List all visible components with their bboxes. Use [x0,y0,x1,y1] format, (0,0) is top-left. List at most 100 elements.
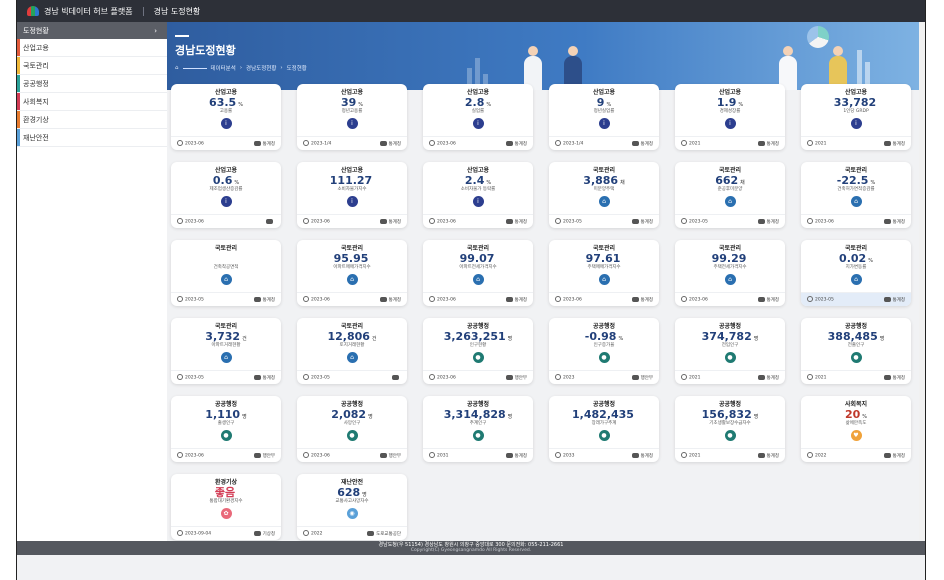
card-unit: % [486,180,492,186]
card-source[interactable]: 통계청 [505,140,527,147]
sidebar-item[interactable]: 사회복지 [17,93,167,111]
card-source[interactable] [392,374,401,381]
indicator-card[interactable]: 재난안전 628 명 교통사고사망자수 ◉ 2022 도로교통공단 [297,474,407,540]
card-source[interactable]: 행안부 [631,374,653,381]
card-source[interactable] [266,218,275,225]
card-source[interactable]: 통계청 [757,374,779,381]
source-icon [253,296,261,302]
card-source[interactable]: 통계청 [883,374,905,381]
indicator-card[interactable]: 국토관리 99.07 아파트전세가격지수 ⌂ 2023-06 통계청 [423,240,533,306]
card-value-line: 63.5% [171,96,281,109]
card-source[interactable]: 통계청 [505,452,527,459]
vertical-scrollbar[interactable] [919,22,925,541]
indicator-card[interactable]: 환경기상 좋음 통합대기환경지수 ✿ 2023-09-04 기상청 [171,474,281,540]
indicator-card[interactable]: 산업고용 63.5% 고용률 i 2023-06 통계청 [171,84,281,150]
indicator-card[interactable]: 공공행정 388,485 명 전출인구 ● 2021 통계청 [801,318,911,384]
topbar-divider [142,6,144,16]
sidebar-header[interactable]: 도정현황 › [17,22,167,39]
card-source[interactable]: 통계청 [379,218,401,225]
card-source-text: 통계청 [892,219,905,225]
sidebar-item[interactable]: 산업고용 [17,39,167,57]
indicator-card[interactable]: 산업고용 33,782 1인당 GRDP i 2021 통계청 [801,84,911,150]
indicator-card[interactable]: 산업고용 9% 청년실업률 i 2023-1/4 통계청 [549,84,659,150]
card-source[interactable]: 통계청 [379,296,401,303]
home-icon[interactable]: ⌂ [175,65,179,71]
card-source[interactable]: 통계청 [757,140,779,147]
card-category: 산업고용 [718,89,742,96]
card-footer: 2023-06 [171,214,281,228]
indicator-card[interactable]: 국토관리 99.29 주택전세가격지수 ⌂ 2023-06 통계청 [675,240,785,306]
indicator-card[interactable]: 국토관리 3,732 건 아파트거래현황 ⌂ 2023-05 통계청 [171,318,281,384]
indicator-card[interactable]: 사회복지 20% 삶에만족도 ♥ 2022 통계청 [801,396,911,462]
indicator-card[interactable]: 공공행정 1,482,435 장래가구추계 ● 2033 통계청 [549,396,659,462]
card-source[interactable]: 통계청 [757,452,779,459]
card-description: 건축착공면적 [213,265,239,270]
category-icon: ⌂ [220,274,232,285]
card-source[interactable]: 통계청 [631,140,653,147]
card-source[interactable]: 통계청 [253,374,275,381]
card-source[interactable]: 통계청 [757,218,779,225]
card-date: 2023-1/4 [303,140,331,147]
indicator-card[interactable]: 국토관리 3,886 채 미분양주택 ⌂ 2023-05 통계청 [549,162,659,228]
card-value-line: 156,832 명 [675,408,785,421]
indicator-card[interactable]: 산업고용 0.6% 제조업생산증감률 i 2023-06 [171,162,281,228]
category-icon: ⌂ [472,274,484,285]
sidebar-item[interactable]: 재난안전 [17,129,167,147]
browser-frame: 경남 빅데이터 허브 플랫폼 경남 도정현황 도정현황 › 산업고용 국토관리 공공… [16,0,926,580]
card-source[interactable]: 행안부 [505,374,527,381]
card-source[interactable]: 통계청 [631,218,653,225]
indicator-card[interactable]: 국토관리 95.95 아파트매매가격지수 ⌂ 2023-06 통계청 [297,240,407,306]
card-source[interactable]: 통계청 [757,296,779,303]
indicator-card[interactable]: 국토관리 0.02% 지가변동률 ⌂ 2023-05 통계청 [801,240,911,306]
card-category: 국토관리 [466,245,490,252]
card-category: 국토관리 [718,167,742,174]
card-source[interactable]: 도로교통공단 [367,530,401,537]
card-source[interactable]: 통계청 [883,218,905,225]
indicator-card[interactable]: 산업고용 2.8% 실업률 i 2023-06 통계청 [423,84,533,150]
card-source[interactable]: 통계청 [505,218,527,225]
sidebar-item[interactable]: 국토관리 [17,57,167,75]
sidebar-item[interactable]: 공공행정 [17,75,167,93]
sidebar-item[interactable]: 환경기상 [17,111,167,129]
card-date-text: 2023-06 [437,375,456,381]
card-source[interactable]: 통계청 [883,140,905,147]
indicator-card[interactable]: 공공행정 374,782 명 전입인구 ● 2021 통계청 [675,318,785,384]
card-date: 2021 [681,140,700,147]
card-value: 2.8 [464,96,485,109]
clock-icon [303,140,309,147]
indicator-card[interactable]: 산업고용 111.27 소비자물가지수 i 2023-06 통계청 [297,162,407,228]
card-source[interactable]: 통계청 [253,296,275,303]
card-value-line: 111.27 [297,174,407,187]
breadcrumb-item-analysis[interactable]: 데이터분석 [211,64,236,72]
card-date: 2023-06 [807,218,834,225]
indicator-card[interactable]: 산업고용 1.9% 경제성장률 i 2021 통계청 [675,84,785,150]
breadcrumb-item-status[interactable]: 경남도정현황 [246,64,276,72]
indicator-card[interactable]: 국토관리 97.61 주택매매가격지수 ⌂ 2023-06 통계청 [549,240,659,306]
card-source[interactable]: 통계청 [883,296,905,303]
card-source[interactable]: 행안부 [253,452,275,459]
card-source[interactable]: 통계청 [631,452,653,459]
card-source[interactable]: 기상청 [253,530,275,537]
indicator-card[interactable]: 산업고용 39% 청년고용률 i 2023-1/4 통계청 [297,84,407,150]
card-source[interactable]: 통계청 [253,140,275,147]
indicator-card[interactable]: 공공행정 -0.98% 인구증가율 ● 2023 행안부 [549,318,659,384]
brand-logo-icon[interactable] [27,6,39,16]
card-source[interactable]: 행안부 [379,452,401,459]
indicator-card[interactable]: 공공행정 2,082 명 사망인구 ● 2023-06 행안부 [297,396,407,462]
indicator-card[interactable]: 공공행정 3,314,828 명 추계인구 ● 2031 통계청 [423,396,533,462]
indicator-card[interactable]: 공공행정 1,110 명 출생인구 ● 2023-06 행안부 [171,396,281,462]
card-unit: % [486,102,492,108]
indicator-card[interactable]: 국토관리 12,806 건 토지거래현황 ⌂ 2023-05 [297,318,407,384]
indicator-card[interactable]: 국토관리 건축착공면적 ⌂ 2023-05 통계청 [171,240,281,306]
indicator-card[interactable]: 공공행정 3,263,251 명 인구현황 ● 2023-06 행안부 [423,318,533,384]
indicator-card[interactable]: 국토관리 -22.5% 건축허가면적증감률 ⌂ 2023-06 통계청 [801,162,911,228]
indicator-card[interactable]: 산업고용 2.4% 소비자물가 등락률 i 2023-06 통계청 [423,162,533,228]
indicator-card[interactable]: 국토관리 662 채 준공후미분양 ⌂ 2023-05 통계청 [675,162,785,228]
brand-name[interactable]: 경남 빅데이터 허브 플랫폼 [44,6,133,17]
card-source[interactable]: 통계청 [505,296,527,303]
indicator-card[interactable]: 공공행정 156,832 명 기초생활보장수급자수 ● 2021 통계청 [675,396,785,462]
breadcrumb: ⌂ 데이터분석 › 경남도정현황 › 도정현황 [175,64,307,72]
card-source[interactable]: 통계청 [631,296,653,303]
card-source[interactable]: 통계청 [379,140,401,147]
card-source[interactable]: 통계청 [883,452,905,459]
